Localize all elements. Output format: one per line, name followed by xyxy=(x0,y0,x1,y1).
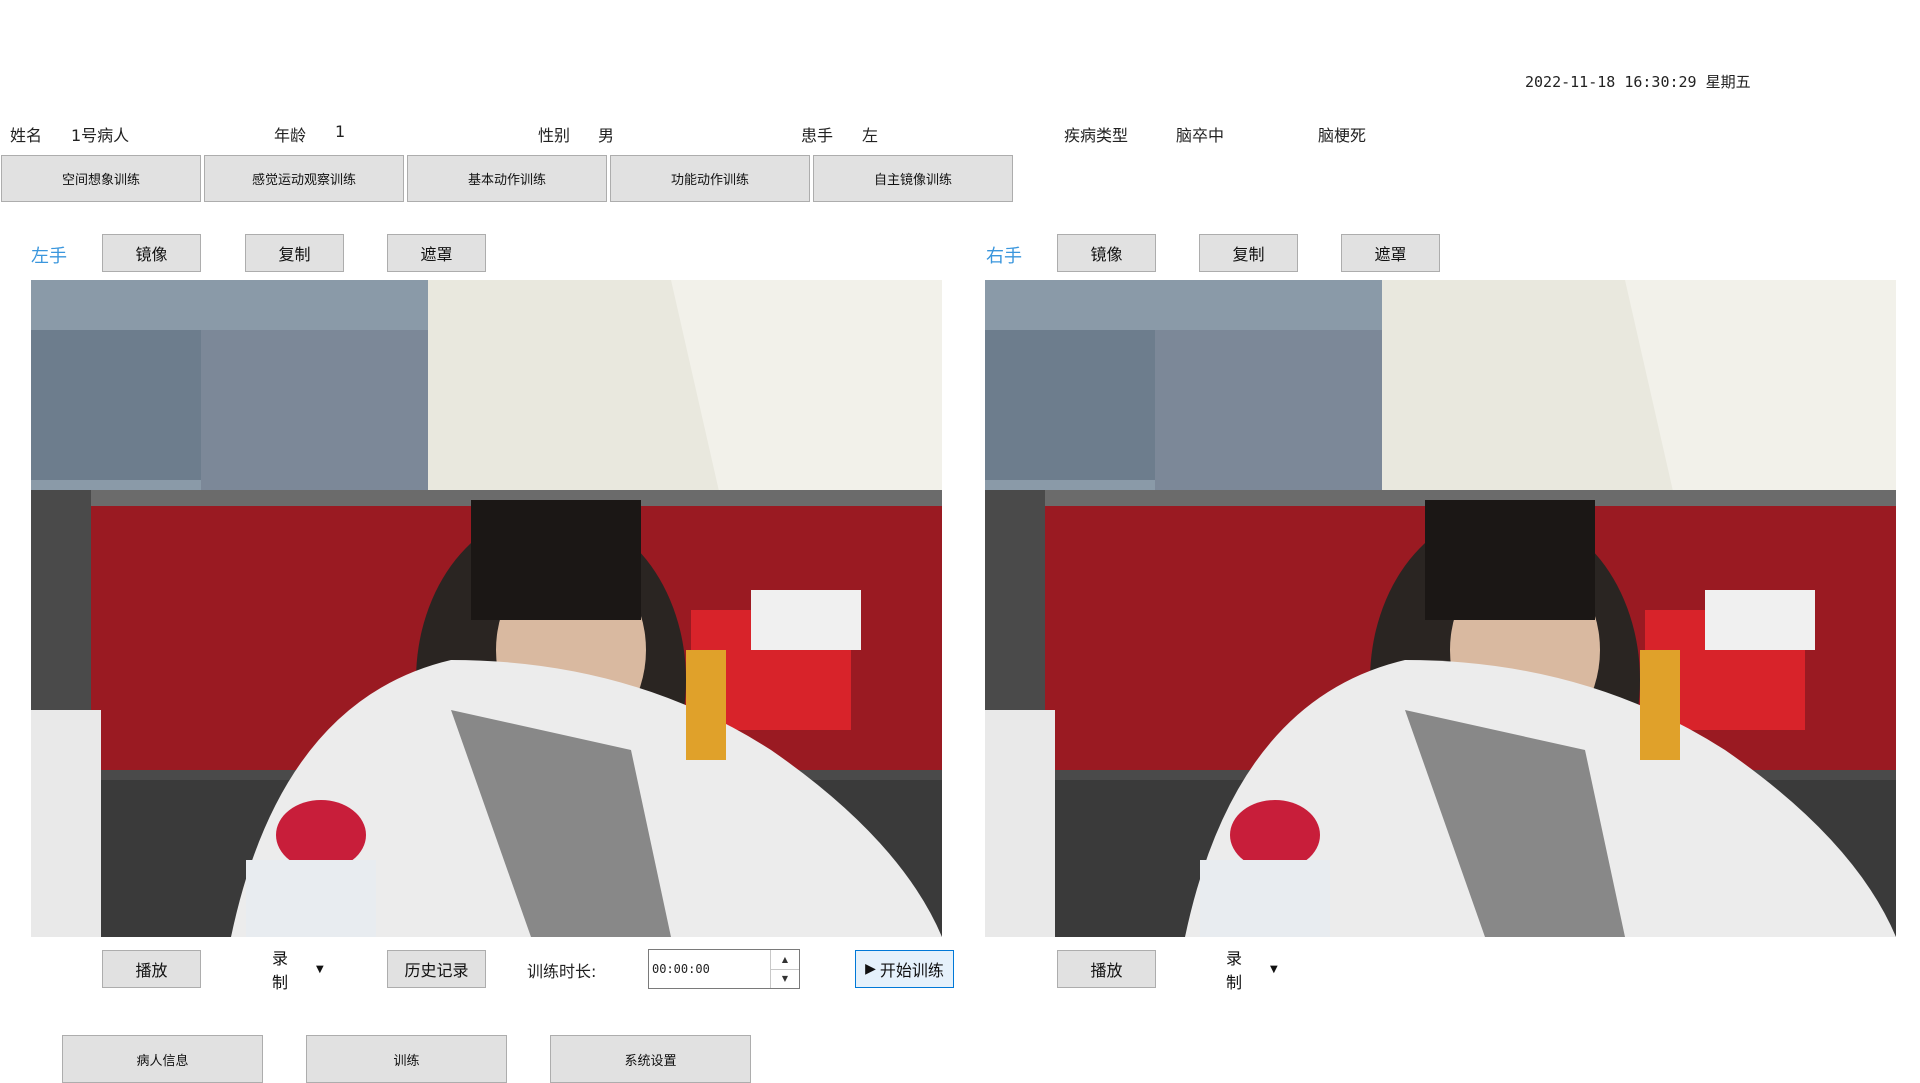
tab-spatial-imagination[interactable]: 空间想象训练 xyxy=(1,155,201,202)
left-copy-button[interactable]: 复制 xyxy=(245,234,344,272)
right-camera-feed xyxy=(985,280,1896,937)
down-arrow-icon[interactable]: ▼ xyxy=(771,970,799,989)
right-mask-button[interactable]: 遮罩 xyxy=(1341,234,1440,272)
datetime: 2022-11-18 16:30:29 星期五 xyxy=(1525,73,1751,91)
tab-self-mirror[interactable]: 自主镜像训练 xyxy=(813,155,1013,202)
right-play-button[interactable]: 播放 xyxy=(1057,950,1156,988)
gender-label: 性别 xyxy=(538,126,571,145)
duration-value[interactable]: 00:00:00 xyxy=(649,950,770,988)
play-triangle-icon: ▶ xyxy=(865,961,876,977)
camera-image xyxy=(31,280,942,937)
tab-basic-movement[interactable]: 基本动作训练 xyxy=(407,155,607,202)
duration-label: 训练时长: xyxy=(527,962,597,981)
affected-hand-value: 左 xyxy=(862,126,879,145)
start-training-button[interactable]: ▶ 开始训练 xyxy=(855,950,954,988)
training-button[interactable]: 训练 xyxy=(306,1035,507,1083)
history-button[interactable]: 历史记录 xyxy=(387,950,486,988)
start-training-label: 开始训练 xyxy=(879,961,944,980)
caret-down-icon: ▼ xyxy=(316,963,324,975)
tab-sensory-motor-observation[interactable]: 感觉运动观察训练 xyxy=(204,155,404,202)
left-record-dropdown[interactable]: 录制 ▼ xyxy=(224,949,324,992)
system-settings-button[interactable]: 系统设置 xyxy=(550,1035,751,1083)
duration-spinbox[interactable]: 00:00:00 ▲ ▼ xyxy=(648,949,800,989)
disease-type-value: 脑卒中 xyxy=(1176,126,1225,145)
age-label: 年龄 xyxy=(274,126,307,145)
right-record-dropdown[interactable]: 录制 ▼ xyxy=(1178,949,1278,992)
caret-down-icon: ▼ xyxy=(1270,963,1278,975)
record-label: 录制 xyxy=(1226,949,1243,992)
affected-hand-label: 患手 xyxy=(801,126,834,145)
disease-subtype-value: 脑梗死 xyxy=(1318,126,1367,145)
tab-functional-movement[interactable]: 功能动作训练 xyxy=(610,155,810,202)
disease-type-label: 疾病类型 xyxy=(1064,126,1129,145)
right-mirror-button[interactable]: 镜像 xyxy=(1057,234,1156,272)
left-play-button[interactable]: 播放 xyxy=(102,950,201,988)
patient-info-button[interactable]: 病人信息 xyxy=(62,1035,263,1083)
left-mirror-button[interactable]: 镜像 xyxy=(102,234,201,272)
left-mask-button[interactable]: 遮罩 xyxy=(387,234,486,272)
left-camera-feed xyxy=(31,280,942,937)
gender-value: 男 xyxy=(598,126,615,145)
name-label: 姓名 xyxy=(10,126,43,145)
up-arrow-icon[interactable]: ▲ xyxy=(771,950,799,970)
age-value: 1 xyxy=(335,122,346,141)
camera-image xyxy=(985,280,1896,937)
right-hand-label: 右手 xyxy=(986,246,1022,267)
left-hand-label: 左手 xyxy=(31,246,67,267)
record-label: 录制 xyxy=(272,949,289,992)
right-copy-button[interactable]: 复制 xyxy=(1199,234,1298,272)
name-value: 1号病人 xyxy=(71,126,130,145)
